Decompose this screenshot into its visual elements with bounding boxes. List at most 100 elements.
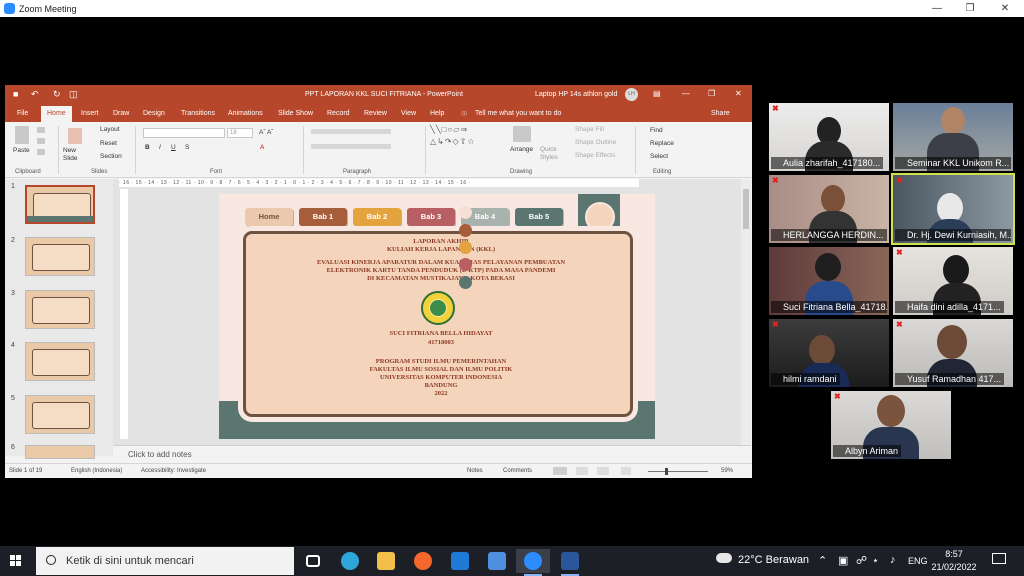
reset-button[interactable]: Reset [100,140,117,147]
tab-help[interactable]: Help [430,110,444,117]
taskbar-search-box[interactable]: Ketik di sini untuk mencari [36,547,294,575]
slide-thumbnail[interactable] [25,342,95,381]
edge-icon[interactable] [333,549,367,573]
nav-bab2-button[interactable]: Bab 2 [353,208,401,226]
nav-bab5-button[interactable]: Bab 5 [515,208,563,226]
tab-transitions[interactable]: Transitions [181,110,215,117]
wifi-icon[interactable]: ⋆ [872,554,879,567]
slide-canvas[interactable]: Home Bab 1 Bab 2 Bab 3 Bab 4 Bab 5 LAPOR… [219,194,655,439]
file-explorer-icon[interactable] [369,549,403,573]
font-color-button[interactable]: A [260,144,264,151]
paste-label[interactable]: Paste [13,147,30,154]
tab-slide-show[interactable]: Slide Show [278,110,313,117]
notifications-icon[interactable] [992,553,1006,564]
task-view-button[interactable] [296,549,330,573]
shape-effects-button[interactable]: Shape Effects [575,152,615,159]
comments-toggle[interactable]: Comments [503,468,532,474]
word-icon[interactable] [553,549,587,576]
tab-animations[interactable]: Animations [228,110,263,117]
shape-outline-button[interactable]: Shape Outline [575,139,616,146]
zoom-slider-thumb[interactable] [665,468,668,475]
weather-cloud-icon[interactable] [716,553,732,563]
slide-show-icon[interactable] [621,467,631,475]
slide-thumbnail[interactable] [25,290,95,329]
ppt-restore-button[interactable]: ❐ [708,89,715,98]
tab-view[interactable]: View [401,110,416,117]
arrange-icon[interactable] [513,126,531,142]
bold-button[interactable]: B [145,144,150,151]
strikethrough-button[interactable]: S [185,144,189,151]
quick-styles-label[interactable]: Quick Styles [540,146,562,162]
underline-button[interactable]: U [171,144,176,151]
autosave-icon[interactable]: ■ [13,89,18,99]
quick-access-icon[interactable]: ◫ [69,89,78,99]
network-icon[interactable]: ☍ [856,554,867,567]
reading-view-icon[interactable] [597,467,609,475]
shapes-gallery[interactable]: ╲╲□○▱⇒ [430,125,468,134]
tell-me-search[interactable]: Tell me what you want to do [475,110,561,117]
taskbar-clock[interactable]: 8:57 21/02/2022 [924,548,984,574]
store-icon[interactable] [480,549,514,573]
select-button[interactable]: Select [650,153,668,160]
editor-scrollbar[interactable] [741,179,751,445]
volume-icon[interactable]: ♪ [890,554,896,566]
participant-tile[interactable]: ✖ HERLANGGA HERDIN... [769,175,889,243]
shapes-gallery-row2[interactable]: △↳↷◇⇧☆ [430,137,476,146]
minimize-button[interactable]: — [920,0,954,17]
ppt-close-button[interactable]: ✕ [735,89,742,98]
participant-tile[interactable]: Suci Fitriana Bella_41718... [769,247,889,315]
redo-icon[interactable]: ↻ [53,89,61,99]
new-slide-icon[interactable] [68,128,82,144]
participant-tile[interactable]: Seminar KKL Unikom R... [893,103,1013,171]
normal-view-icon[interactable] [553,467,567,475]
share-button[interactable]: Share [711,110,730,117]
section-button[interactable]: Section [100,153,122,160]
nav-bab3-button[interactable]: Bab 3 [407,208,455,226]
windows-start-icon[interactable] [10,555,22,567]
account-avatar[interactable]: LH [625,88,638,101]
font-grow-icon[interactable]: Aˆ Aˇ [259,129,273,136]
arrange-label[interactable]: Arrange [510,146,533,153]
slide-sorter-icon[interactable] [576,467,588,475]
slide-thumbnail[interactable] [25,395,95,434]
zoom-taskbar-icon[interactable] [516,549,550,576]
zoom-level[interactable]: 59% [721,468,733,474]
language-indicator[interactable]: English (Indonesia) [71,468,122,474]
close-button[interactable]: ✕ [988,0,1022,17]
tab-draw[interactable]: Draw [113,110,129,117]
shape-fill-button[interactable]: Shape Fill [575,126,604,133]
restore-button[interactable]: ❐ [953,0,987,17]
nav-home-button[interactable]: Home [245,208,293,226]
tab-home[interactable]: Home [41,106,72,122]
participant-tile[interactable]: ✖ Aulia zharifah_417180... [769,103,889,171]
nav-bab1-button[interactable]: Bab 1 [299,208,347,226]
italic-button[interactable]: I [159,144,161,151]
list-buttons[interactable] [311,129,391,134]
notes-pane[interactable]: Click to add notes [113,445,751,463]
cut-icon[interactable] [37,127,45,133]
participant-tile-active-speaker[interactable]: ✖ Dr. Hj. Dewi Kurniasih, M... [893,175,1013,243]
notes-toggle[interactable]: Notes [467,468,483,474]
meet-now-icon[interactable]: ▣ [838,554,848,567]
participant-tile[interactable]: ✖ hilmi ramdani [769,319,889,387]
weather-text[interactable]: 22°C Berawan [738,554,809,566]
tab-design[interactable]: Design [143,110,165,117]
participant-tile[interactable]: ✖ Yusuf Ramadhan 417... [893,319,1013,387]
layout-button[interactable]: Layout [100,126,120,133]
copy-icon[interactable] [37,138,45,144]
ribbon-display-icon[interactable]: ▤ [653,89,661,98]
alignment-buttons[interactable] [311,144,391,149]
firefox-icon[interactable] [406,549,440,573]
mail-icon[interactable] [443,549,477,573]
font-name-field[interactable] [143,128,225,138]
tab-review[interactable]: Review [364,110,387,117]
find-button[interactable]: Find [650,127,663,134]
slide-thumbnail-pane[interactable]: 1 2 3 4 5 6 [5,179,113,459]
undo-icon[interactable]: ↶ [31,89,39,99]
slide-thumbnail[interactable] [25,237,95,276]
tab-record[interactable]: Record [327,110,350,117]
accessibility-status[interactable]: Accessibility: Investigate [141,468,206,474]
zoom-slider[interactable] [648,471,708,472]
account-name[interactable]: Laptop HP 14s athlon gold [535,91,617,98]
format-painter-icon[interactable] [37,149,45,155]
